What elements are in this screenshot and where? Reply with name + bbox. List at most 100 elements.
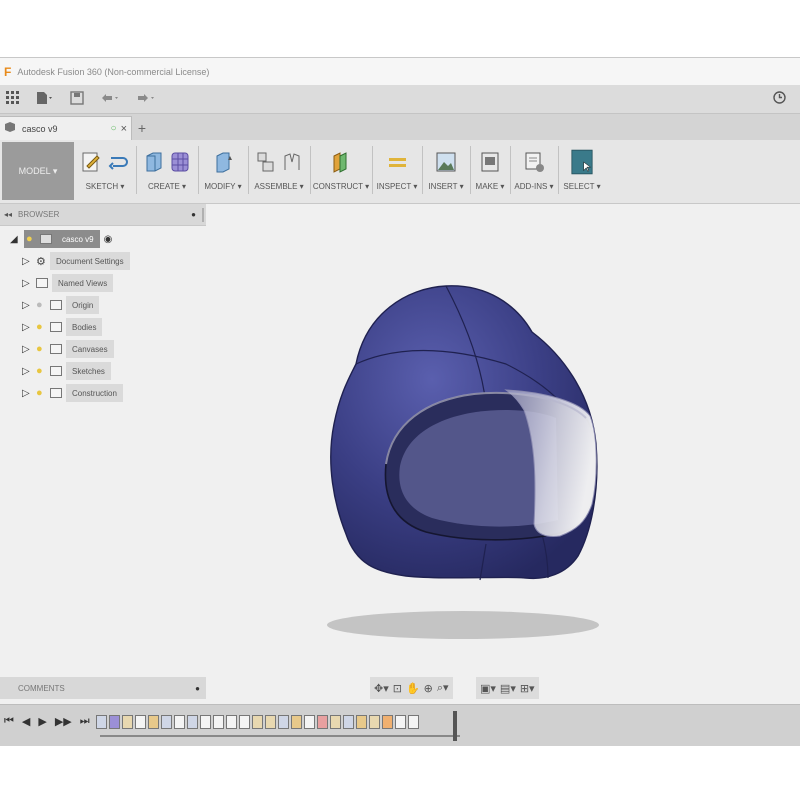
- timeline-feature[interactable]: [96, 715, 107, 729]
- inspect-group[interactable]: INSPECT ▾: [374, 142, 420, 200]
- stop-sketch-icon[interactable]: [107, 149, 129, 175]
- timeline-feature[interactable]: [278, 715, 289, 729]
- form-icon[interactable]: [169, 149, 191, 175]
- tree-item[interactable]: ▷ ● Origin: [22, 296, 100, 314]
- timeline-feature[interactable]: [304, 715, 315, 729]
- tree-item-box[interactable]: Origin: [66, 296, 100, 314]
- visibility-bulb-icon[interactable]: ●: [36, 343, 50, 355]
- timeline-feature[interactable]: [395, 715, 406, 729]
- press-pull-icon[interactable]: [212, 149, 234, 175]
- select-cursor-icon[interactable]: [571, 149, 593, 175]
- timeline-feature[interactable]: [343, 715, 354, 729]
- comments-panel[interactable]: COMMENTS ●: [0, 677, 206, 699]
- timeline-feature[interactable]: [252, 715, 263, 729]
- timeline-feature[interactable]: [148, 715, 159, 729]
- new-tab-button[interactable]: +: [132, 116, 152, 140]
- panel-resize-handle[interactable]: [202, 207, 204, 222]
- redo-icon[interactable]: [136, 91, 156, 107]
- display-settings-icon[interactable]: ▣▾: [480, 682, 496, 695]
- close-tab-button[interactable]: ×: [121, 123, 127, 135]
- save-icon[interactable]: [70, 90, 84, 108]
- clock-icon[interactable]: [773, 91, 786, 107]
- tree-item-box[interactable]: Sketches: [66, 362, 111, 380]
- timeline-feature[interactable]: [356, 715, 367, 729]
- zoom-icon[interactable]: ⊕: [424, 682, 433, 695]
- visibility-bulb-icon[interactable]: ●: [36, 387, 50, 399]
- expand-triangle-icon[interactable]: ▷: [22, 366, 36, 377]
- grid-settings-icon[interactable]: ▤▾: [500, 682, 516, 695]
- orbit-icon[interactable]: ✥▾: [374, 682, 389, 695]
- insert-group[interactable]: INSERT ▾: [424, 142, 468, 200]
- timeline-feature[interactable]: [408, 715, 419, 729]
- viewports-icon[interactable]: ⊞▾: [520, 682, 535, 695]
- timeline-feature[interactable]: [109, 715, 120, 729]
- timeline-feature[interactable]: [161, 715, 172, 729]
- visibility-bulb-icon[interactable]: ●: [36, 299, 50, 311]
- step-forward-icon[interactable]: ▶▶: [55, 715, 72, 728]
- expand-triangle-icon[interactable]: ◢: [10, 234, 24, 245]
- grid-icon[interactable]: [6, 90, 20, 108]
- tree-item[interactable]: ▷ ● Construction: [22, 384, 123, 402]
- timeline-feature[interactable]: [382, 715, 393, 729]
- visibility-bulb-icon[interactable]: ●: [36, 365, 50, 377]
- panel-pin-icon[interactable]: ●: [195, 684, 200, 693]
- panel-pin-icon[interactable]: ●: [191, 210, 196, 219]
- timeline-marker[interactable]: [453, 711, 457, 741]
- timeline-feature[interactable]: [291, 715, 302, 729]
- new-component-icon[interactable]: [255, 149, 277, 175]
- tree-item[interactable]: ▷ ● Sketches: [22, 362, 111, 380]
- go-to-start-icon[interactable]: ⏮: [4, 715, 14, 728]
- tree-root[interactable]: ◢ ● casco v9 ◉: [10, 230, 112, 248]
- document-tab[interactable]: casco v9 ○ ×: [0, 116, 132, 140]
- timeline-feature[interactable]: [174, 715, 185, 729]
- timeline-feature[interactable]: [330, 715, 341, 729]
- expand-triangle-icon[interactable]: ▷: [22, 278, 36, 289]
- tree-item-box[interactable]: Canvases: [66, 340, 114, 358]
- scripts-icon[interactable]: [523, 149, 545, 175]
- tree-item[interactable]: ▷ ● Bodies: [22, 318, 103, 336]
- timeline-feature[interactable]: [135, 715, 146, 729]
- select-group[interactable]: SELECT ▾: [560, 142, 604, 200]
- create-group[interactable]: CREATE ▾: [138, 142, 196, 200]
- offset-plane-icon[interactable]: [330, 149, 352, 175]
- modify-group[interactable]: MODIFY ▾: [200, 142, 246, 200]
- root-node[interactable]: ● casco v9: [24, 230, 100, 248]
- expand-triangle-icon[interactable]: ▷: [22, 256, 36, 267]
- make-group[interactable]: MAKE ▾: [472, 142, 508, 200]
- active-radio-icon[interactable]: ◉: [104, 234, 113, 245]
- measure-icon[interactable]: [386, 149, 408, 175]
- tree-item-box[interactable]: Document Settings: [50, 252, 130, 270]
- tree-item-box[interactable]: Bodies: [66, 318, 103, 336]
- timeline-feature[interactable]: [187, 715, 198, 729]
- assemble-group[interactable]: ASSEMBLE ▾: [250, 142, 308, 200]
- play-icon[interactable]: ▶: [38, 715, 46, 728]
- visibility-bulb-icon[interactable]: ●: [26, 233, 40, 245]
- expand-triangle-icon[interactable]: ▷: [22, 344, 36, 355]
- visibility-bulb-icon[interactable]: ●: [36, 321, 50, 333]
- create-sketch-icon[interactable]: [81, 149, 103, 175]
- 3d-print-icon[interactable]: [479, 149, 501, 175]
- tree-item-box[interactable]: Named Views: [52, 274, 114, 292]
- timeline-feature[interactable]: [317, 715, 328, 729]
- look-at-icon[interactable]: ⊡: [393, 682, 402, 695]
- collapse-panel-icon[interactable]: ◂◂: [4, 210, 12, 219]
- insert-image-icon[interactable]: [435, 149, 457, 175]
- file-icon[interactable]: [36, 91, 54, 108]
- construct-group[interactable]: CONSTRUCT ▾: [312, 142, 370, 200]
- tree-item-box[interactable]: Construction: [66, 384, 123, 402]
- timeline-feature[interactable]: [265, 715, 276, 729]
- go-to-end-icon[interactable]: ⏭: [80, 715, 90, 728]
- step-back-icon[interactable]: ◀: [22, 715, 30, 728]
- 3d-viewport[interactable]: [206, 204, 800, 737]
- timeline-feature[interactable]: [122, 715, 133, 729]
- extrude-icon[interactable]: [143, 149, 165, 175]
- sketch-group[interactable]: SKETCH ▾: [76, 142, 134, 200]
- timeline-feature[interactable]: [369, 715, 380, 729]
- joint-icon[interactable]: [281, 149, 303, 175]
- timeline-feature[interactable]: [226, 715, 237, 729]
- tree-item[interactable]: ▷ ● Canvases: [22, 340, 114, 358]
- expand-triangle-icon[interactable]: ▷: [22, 388, 36, 399]
- timeline-feature[interactable]: [200, 715, 211, 729]
- add-ins-group[interactable]: ADD-INS ▾: [512, 142, 556, 200]
- tree-item[interactable]: ▷ Named Views: [22, 274, 114, 292]
